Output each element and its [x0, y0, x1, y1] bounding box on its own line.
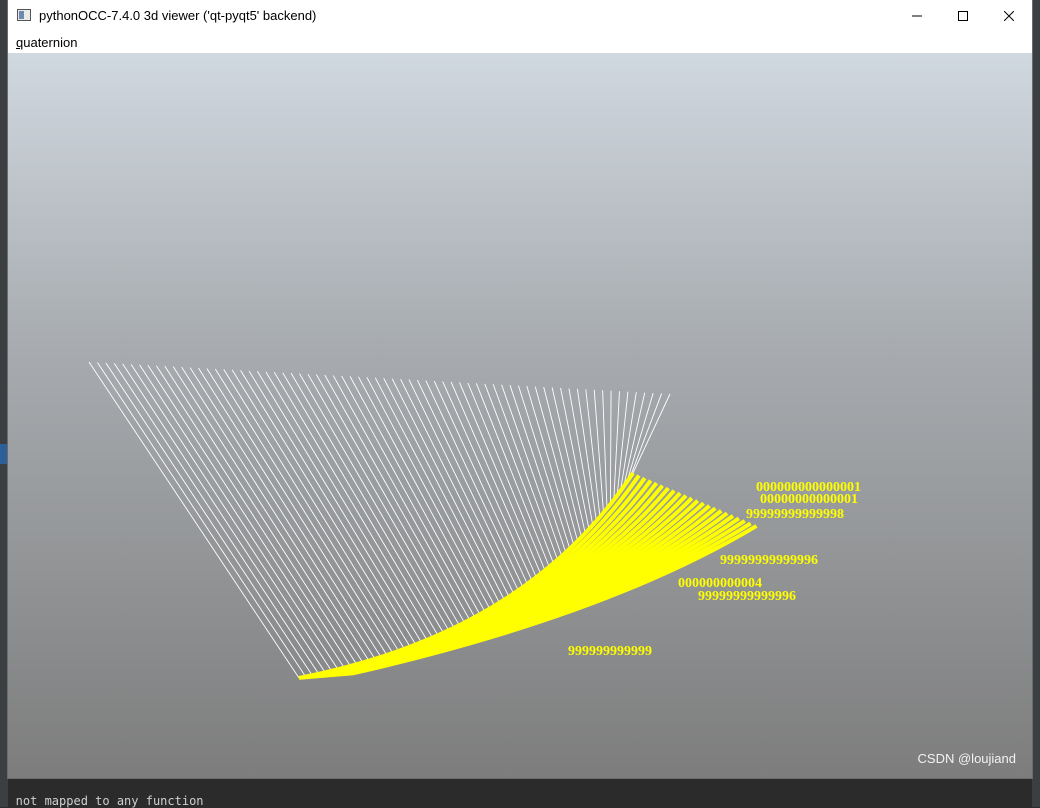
yellow-number-label: 999999999999	[568, 644, 652, 659]
3d-viewport[interactable]: 000000000000001 00000000000001 99999999999…	[8, 53, 1032, 778]
fan-line	[349, 376, 481, 615]
fan-line	[484, 383, 554, 564]
fan-line	[257, 371, 422, 643]
maximize-button[interactable]	[940, 0, 986, 31]
fan-line	[189, 367, 376, 660]
menu-bar: quaternion	[8, 31, 1032, 53]
fan-line	[282, 372, 439, 636]
fan-line	[609, 390, 612, 505]
close-icon	[1004, 10, 1014, 21]
fan-line	[181, 366, 370, 661]
fan-line	[299, 373, 450, 631]
close-button[interactable]	[986, 0, 1032, 31]
fan-line	[97, 362, 306, 677]
yellow-number-label: 00000000000001	[760, 492, 858, 507]
app-icon	[17, 9, 31, 21]
yellow-number-label: 99999999999996	[698, 589, 796, 604]
title-bar[interactable]: pythonOCC-7.4.0 3d viewer ('qt-pyqt5' ba…	[8, 0, 1032, 31]
fan-line	[534, 386, 579, 542]
maximize-icon	[958, 10, 968, 21]
fan-line	[172, 366, 364, 663]
csdn-watermark: CSDN @loujiand	[917, 751, 1016, 766]
fan-line	[265, 371, 428, 641]
background-left-edge	[0, 0, 8, 807]
background-left-tab	[0, 444, 8, 464]
menu-label: uaternion	[23, 35, 78, 50]
fan-line	[593, 389, 604, 513]
fan-line	[568, 388, 594, 526]
fan-line	[88, 361, 300, 679]
fan-line	[632, 393, 671, 474]
window-title: pythonOCC-7.4.0 3d viewer ('qt-pyqt5' ba…	[39, 8, 317, 23]
yellow-number-label: 99999999999996	[720, 553, 818, 568]
background-console-text: 6] not mapped to any function	[0, 794, 204, 808]
yellow-number-label: 99999999999998	[746, 507, 844, 522]
fan-line	[602, 390, 608, 509]
fan-line	[130, 364, 332, 672]
fan-line	[526, 385, 575, 545]
fan-line	[214, 368, 394, 654]
menu-quaternion[interactable]: quaternion	[16, 35, 77, 50]
fan-line	[341, 375, 476, 618]
3d-scene: 0000000000000010000000000000199999999999…	[88, 361, 861, 680]
fan-line	[560, 387, 590, 530]
viewer-window: pythonOCC-7.4.0 3d viewer ('qt-pyqt5' ba…	[8, 0, 1032, 778]
fan-line	[492, 384, 559, 560]
minimize-button[interactable]	[894, 0, 940, 31]
minimize-icon	[912, 15, 922, 16]
fan-line	[425, 380, 524, 588]
fan-line	[122, 363, 326, 673]
background-right-edge	[1032, 0, 1040, 807]
fan-line	[206, 368, 388, 656]
